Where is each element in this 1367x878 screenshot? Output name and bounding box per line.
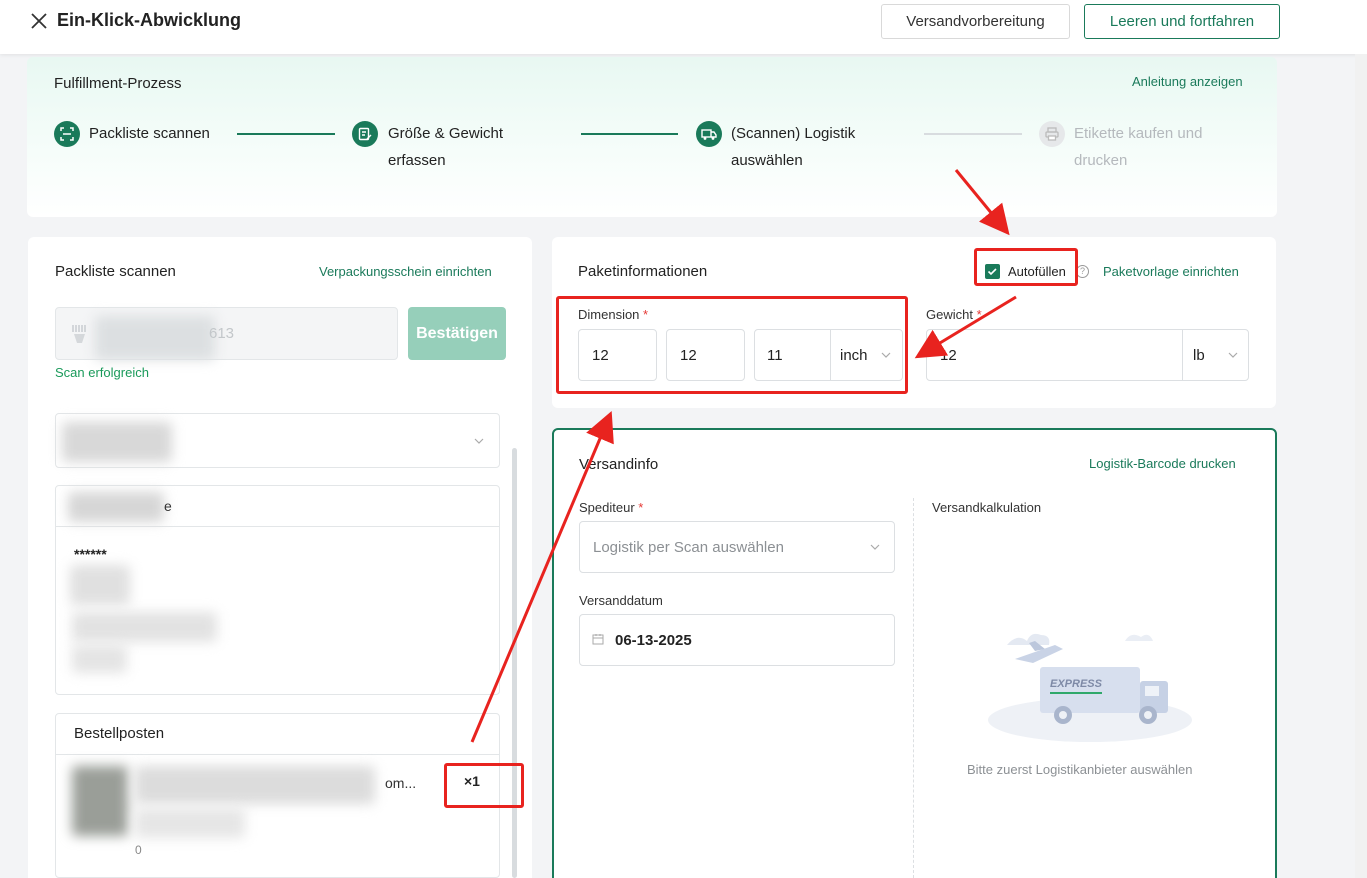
left-panel-scrollbar[interactable] [512,448,517,878]
step-connector [237,133,335,135]
section-divider [913,498,914,878]
step-2-label: Größe & Gewicht erfassen [388,125,504,169]
weight-value: 12 [940,347,957,364]
edit-form-icon [352,121,378,147]
package-template-link[interactable]: Paketvorlage einrichten [1103,264,1239,279]
carrier-label: Spediteur * [579,500,644,515]
shipping-calc-label: Versandkalkulation [932,500,1042,515]
empty-state-hint: Bitte zuerst Logistikanbieter auswählen [967,762,1193,777]
barcode-scanner-icon [72,325,86,343]
blurred-scan-value [95,316,215,360]
chevron-down-icon[interactable] [870,542,880,552]
step-3-label: (Scannen) Logistik auswählen [731,125,856,169]
product-thumbnail [72,766,128,836]
annotation-box-dimension [556,296,908,394]
shipping-info-title: Versandinfo [579,456,659,473]
masked-phone: ****** [74,546,107,562]
truck-icon [696,121,722,147]
blurred-product-sku [135,808,245,838]
guide-link[interactable]: Anleitung anzeigen [1132,74,1243,89]
step-connector [581,133,678,135]
blurred-product-name [135,766,375,804]
close-icon[interactable] [30,12,48,30]
scan-success-status: Scan erfolgreich [55,365,149,380]
express-label: EXPRESS [1050,678,1103,690]
chevron-down-icon [474,438,484,444]
calendar-icon [592,634,604,645]
weight-unit-select[interactable]: lb [1193,347,1205,364]
packlist-title: Packliste scannen [55,263,176,280]
annotation-box-quantity [444,763,524,808]
order-items-title: Bestellposten [74,725,165,742]
print-barcode-link[interactable]: Logistik-Barcode drucken [1089,456,1236,471]
confirm-button[interactable]: Bestätigen [408,307,506,360]
scan-value-suffix: 613 [209,325,235,342]
delivery-truck-illustration: EXPRESS [988,633,1192,742]
page-title: Ein-Klick-Abwicklung [57,10,242,30]
blurred-address-line [72,645,127,673]
packing-slip-setup-link[interactable]: Verpackungsschein einrichten [319,264,492,279]
blurred-address-line [72,612,217,642]
process-title: Fulfillment-Prozess [54,75,182,92]
ship-date-value: 06-13-2025 [615,632,692,649]
shipping-prep-button[interactable]: Versandvorbereitung [881,4,1070,39]
package-info-title: Paketinformationen [578,263,708,280]
page-scrollbar[interactable] [1355,54,1367,878]
address-header-suffix: e [164,498,172,514]
blurred-address-header [68,492,164,522]
carrier-placeholder: Logistik per Scan auswählen [593,539,784,556]
chevron-down-icon[interactable] [1228,350,1238,360]
item-sub-value: 0 [135,843,142,857]
weight-label: Gewicht * [926,307,982,322]
ship-date-label: Versanddatum [579,593,663,608]
product-name-suffix: om... [385,775,417,791]
clear-continue-button[interactable]: Leeren und fortfahren [1084,4,1280,39]
blurred-select-value [62,422,172,462]
printer-icon [1039,121,1065,147]
annotation-box-autofill [974,248,1078,286]
blurred-address-line [70,565,130,605]
step-1-label: Packliste scannen [89,125,210,142]
scan-icon [54,121,80,147]
step-4-label: Etikette kaufen und drucken [1074,125,1203,169]
top-bar: Ein-Klick-Abwicklung Versandvorbereitung… [0,0,1367,54]
step-connector [924,133,1022,135]
